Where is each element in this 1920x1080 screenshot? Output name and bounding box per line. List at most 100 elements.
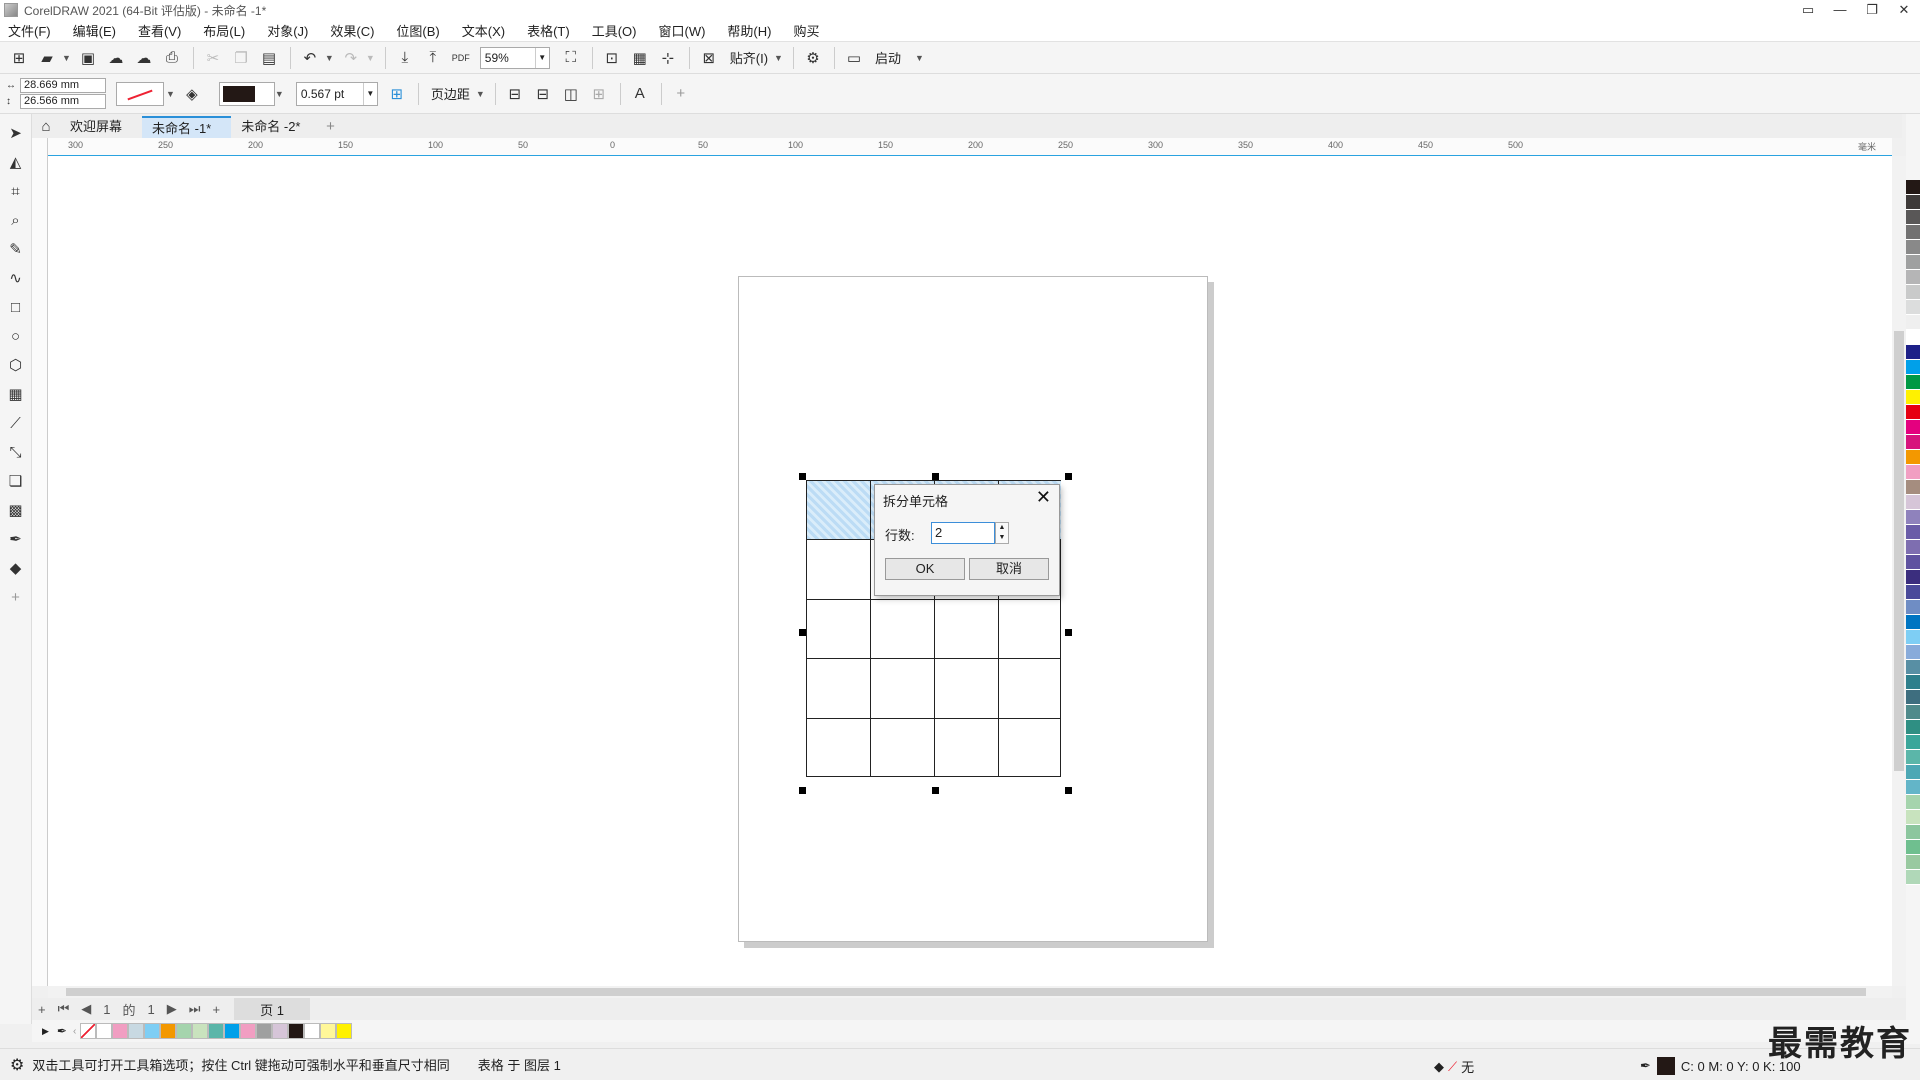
color-swatch[interactable] (1906, 870, 1920, 885)
table-cell[interactable] (807, 540, 871, 600)
publish-pdf-icon[interactable]: PDF (448, 46, 474, 70)
minimize-button[interactable]: — (1824, 0, 1856, 20)
border-color-picker[interactable] (218, 81, 275, 106)
document-color-swatch[interactable] (336, 1023, 353, 1039)
color-swatch[interactable] (1906, 300, 1920, 315)
color-swatch[interactable] (1906, 270, 1920, 285)
launch-icon[interactable]: ▭ (841, 46, 867, 70)
document-color-swatch[interactable] (144, 1023, 161, 1039)
color-swatch[interactable] (1906, 405, 1920, 420)
table-cell[interactable] (871, 600, 935, 659)
outline-width-input[interactable]: 0.567 pt ▼ (295, 81, 378, 106)
color-swatch[interactable] (1906, 495, 1920, 510)
color-swatch[interactable] (1906, 180, 1920, 195)
color-swatch[interactable] (1906, 240, 1920, 255)
color-swatch[interactable] (1906, 345, 1920, 360)
launch-dropdown-icon[interactable]: ▼ (915, 53, 924, 63)
color-swatch[interactable] (1906, 630, 1920, 645)
print-icon[interactable]: ⎙ (159, 46, 185, 70)
color-swatch[interactable] (1906, 765, 1920, 780)
undo-dropdown-icon[interactable]: ▼ (325, 53, 334, 63)
background-color-picker[interactable] (116, 81, 164, 106)
snap-to-dropdown[interactable]: 贴齐(I) (730, 48, 768, 67)
color-swatch[interactable] (1906, 690, 1920, 705)
settings-gear-icon[interactable]: ⚙ (10, 1055, 24, 1075)
color-swatch[interactable] (1906, 480, 1920, 495)
table-cell[interactable] (935, 659, 999, 719)
menu-buy[interactable]: 购买 (793, 21, 819, 40)
menu-view[interactable]: 查看(V) (138, 21, 181, 40)
color-swatch[interactable] (1906, 420, 1920, 435)
add-property-icon[interactable]: + (668, 82, 694, 106)
show-rulers-icon[interactable]: ⊡ (599, 46, 625, 70)
color-swatch[interactable] (1906, 555, 1920, 570)
drop-shadow-tool-icon[interactable]: ❏ (3, 468, 29, 494)
undo-icon[interactable]: ↶ (297, 46, 323, 70)
menu-text[interactable]: 文本(X) (462, 21, 505, 40)
selection-handle-bottom-right[interactable] (1065, 787, 1072, 794)
cut-icon[interactable]: ✂ (200, 46, 226, 70)
first-page-icon[interactable]: ⏮ (58, 1001, 70, 1017)
pick-tool-icon[interactable]: ➤ (3, 120, 29, 146)
menu-layout[interactable]: 布局(L) (203, 21, 245, 40)
color-swatch[interactable] (1906, 330, 1920, 345)
add-tool-icon[interactable]: + (3, 584, 29, 610)
selection-handle-bottom-left[interactable] (799, 787, 806, 794)
interactive-fill-tool-icon[interactable]: ◆ (3, 555, 29, 581)
table-cell[interactable] (935, 719, 999, 776)
color-swatch[interactable] (1906, 780, 1920, 795)
menu-window[interactable]: 窗口(W) (658, 21, 705, 40)
table-cell[interactable] (999, 600, 1061, 659)
color-swatch[interactable] (1906, 810, 1920, 825)
page-tab-1[interactable]: 页 1 (234, 997, 310, 1021)
palette-scroll-left-icon[interactable]: ‹ (73, 1026, 76, 1037)
zoom-tool-icon[interactable]: ⌕ (3, 207, 29, 233)
color-swatch[interactable] (1906, 585, 1920, 600)
ok-button[interactable]: OK (885, 558, 965, 580)
dimension-tool-icon[interactable]: ⟋ (3, 410, 29, 436)
table-cell[interactable] (807, 719, 871, 776)
menu-object[interactable]: 对象(J) (267, 21, 308, 40)
color-swatch[interactable] (1906, 285, 1920, 300)
cancel-button[interactable]: 取消 (969, 558, 1049, 580)
table-cell[interactable] (999, 719, 1061, 776)
margins-dropdown-icon[interactable]: ▼ (476, 89, 485, 99)
show-guidelines-icon[interactable]: ⊹ (655, 46, 681, 70)
document-color-swatch[interactable] (240, 1023, 257, 1039)
split-vertical-icon[interactable]: ◫ (558, 82, 584, 106)
tab-welcome-screen[interactable]: 欢迎屏幕 (60, 116, 142, 138)
color-swatch[interactable] (1906, 315, 1920, 330)
color-swatch[interactable] (1906, 390, 1920, 405)
export-icon[interactable]: ⤒ (420, 46, 446, 70)
row-count-input[interactable]: 2 (931, 522, 995, 544)
color-swatch[interactable] (1906, 750, 1920, 765)
color-swatch[interactable] (1906, 600, 1920, 615)
unmerge-cells-icon[interactable]: ⊞ (586, 82, 612, 106)
copy-icon[interactable]: ❐ (228, 46, 254, 70)
cloud-download-icon[interactable]: ☁ (103, 46, 129, 70)
document-color-swatch[interactable] (160, 1023, 177, 1039)
table-cell[interactable] (871, 659, 935, 719)
tab-untitled-2[interactable]: 未命名 -2* (231, 116, 320, 138)
menu-table[interactable]: 表格(T) (527, 21, 570, 40)
menu-effects[interactable]: 效果(C) (330, 21, 374, 40)
redo-dropdown-icon[interactable]: ▼ (366, 53, 375, 63)
color-swatch[interactable] (1906, 825, 1920, 840)
color-swatch[interactable] (1906, 450, 1920, 465)
document-color-swatch[interactable] (320, 1023, 337, 1039)
rectangle-tool-icon[interactable]: □ (3, 294, 29, 320)
new-document-icon[interactable]: ⊞ (6, 46, 32, 70)
crop-tool-icon[interactable]: ⌗ (3, 178, 29, 204)
document-color-swatch[interactable] (224, 1023, 241, 1039)
vertical-scrollbar-thumb[interactable] (1894, 331, 1904, 771)
palette-expand-icon[interactable]: ▶ (42, 1026, 49, 1037)
document-color-swatch[interactable] (128, 1023, 145, 1039)
height-input[interactable]: 26.566 mm (20, 94, 106, 109)
document-color-swatch[interactable] (256, 1023, 273, 1039)
redo-icon[interactable]: ↷ (338, 46, 364, 70)
row-count-spinner[interactable]: ▲ ▼ (995, 522, 1009, 544)
import-icon[interactable]: ⤓ (392, 46, 418, 70)
add-page-before-icon[interactable]: + (38, 1002, 46, 1017)
selection-handle-top-left[interactable] (799, 473, 806, 480)
fill-indicator[interactable]: ◆ ⟋ 无 (1434, 1057, 1474, 1076)
